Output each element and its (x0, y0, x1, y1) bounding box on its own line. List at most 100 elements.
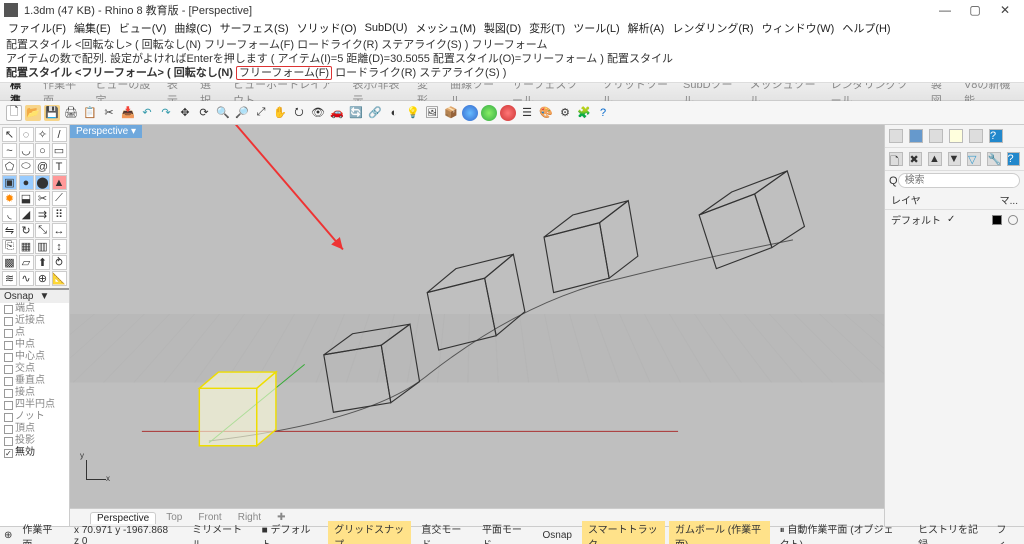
status-autocplane[interactable]: ⏸ 自動作業平面 (オブジェクト) (774, 521, 908, 544)
loft-icon[interactable]: ≋ (2, 271, 17, 286)
vtab-top[interactable]: Top (160, 512, 188, 523)
line-icon[interactable]: / (52, 127, 67, 142)
menu-surface[interactable]: サーフェス(S) (218, 20, 291, 36)
scale-icon[interactable]: ⤡ (35, 223, 50, 238)
dim-icon[interactable]: ↕ (52, 239, 67, 254)
osnap-tan[interactable]: 接点 (15, 387, 35, 399)
osnap-quad[interactable]: 四半円点 (15, 399, 55, 411)
osnap-int[interactable]: 交点 (15, 363, 35, 375)
menu-draft[interactable]: 製図(D) (482, 20, 523, 36)
save-icon[interactable]: 💾 (44, 105, 60, 121)
new-icon[interactable]: 🗋 (6, 105, 22, 121)
menu-file[interactable]: ファイル(F) (6, 20, 68, 36)
viewport-perspective[interactable]: Perspective ▾ (70, 125, 884, 508)
ellipse-icon[interactable]: ⬭ (19, 159, 34, 174)
join-icon[interactable]: ⬓ (19, 191, 34, 206)
status-osnap[interactable]: Osnap (537, 530, 578, 541)
plugin-icon[interactable]: 🧩 (576, 105, 592, 121)
ungroup-icon[interactable]: ▥ (35, 239, 50, 254)
cyl-tool-icon[interactable]: ⬤ (35, 175, 50, 190)
zoom-icon[interactable]: 🔍 (215, 105, 231, 121)
trim-icon[interactable]: ✂ (35, 191, 50, 206)
menu-solid[interactable]: ソリッド(O) (295, 20, 359, 36)
vtab-perspective[interactable]: Perspective (90, 512, 156, 524)
bulb-icon[interactable]: 💡 (405, 105, 421, 121)
osnap-cen[interactable]: 中心点 (15, 351, 45, 363)
curve-icon[interactable]: ~ (2, 143, 17, 158)
status-filter[interactable]: フィ (990, 521, 1020, 544)
menu-tools[interactable]: ツール(L) (571, 20, 621, 36)
scissors-icon[interactable]: ✂ (101, 105, 117, 121)
menu-bar[interactable]: ファイル(F) 編集(E) ビュー(V) 曲線(C) サーフェス(S) ソリッド… (0, 20, 1024, 36)
cone-tool-icon[interactable]: ▲ (52, 175, 67, 190)
link-icon[interactable]: 🔗 (367, 105, 383, 121)
osnap-near[interactable]: 近接点 (15, 315, 45, 327)
open-icon[interactable]: 📂 (25, 105, 41, 121)
undo-icon[interactable]: ↶ (139, 105, 155, 121)
orbit-icon[interactable]: ⭮ (291, 105, 307, 121)
group-icon[interactable]: ▦ (19, 239, 34, 254)
move-tool-icon[interactable]: ↔ (52, 223, 67, 238)
osnap-disable[interactable]: 無効 (15, 447, 35, 459)
help-icon[interactable]: ? (595, 105, 611, 121)
osnap-knot[interactable]: ノット (15, 411, 45, 423)
mirror-icon[interactable]: ⇋ (2, 223, 17, 238)
spiral-icon[interactable]: @ (35, 159, 50, 174)
plane-tool-icon[interactable]: ▱ (19, 255, 34, 270)
layer-color-swatch[interactable] (992, 215, 1002, 225)
status-gumball[interactable]: ガムボール (作業平面) (669, 521, 770, 544)
fillet-icon[interactable]: ◟ (2, 207, 17, 222)
layer-up-icon[interactable]: ▲ (928, 152, 942, 166)
boolean-icon[interactable]: ⊕ (35, 271, 50, 286)
offset-icon[interactable]: ⇉ (35, 207, 50, 222)
explode-icon[interactable]: ✹ (2, 191, 17, 206)
menu-curve[interactable]: 曲線(C) (172, 20, 213, 36)
rect-icon[interactable]: ▭ (52, 143, 67, 158)
sphere-tool-icon[interactable]: ● (19, 175, 34, 190)
tab-strip[interactable]: 標準 作業平面 ビューの設定 表示 選択 ビューポートレイアウト 表示/非表示 … (0, 83, 1024, 101)
props-icon[interactable] (889, 129, 903, 143)
chamfer-icon[interactable]: ◢ (19, 207, 34, 222)
menu-transform[interactable]: 変形(T) (527, 20, 567, 36)
light-panel-icon[interactable] (949, 129, 963, 143)
layer-help-icon[interactable]: ? (1007, 152, 1021, 166)
shell-icon[interactable]: ◐ (386, 105, 402, 121)
osnap-end[interactable]: 端点 (15, 303, 35, 315)
arc-icon[interactable]: ◡ (19, 143, 34, 158)
tool-palette[interactable]: ↖ ◌ ✧ / ~ ◡ ○ ▭ ⬠ ⬭ @ T ▣ ● ⬤ ▲ ✹ ⬓ ✂ ⟋ (0, 125, 70, 526)
rotate-tool-icon[interactable]: ↻ (19, 223, 34, 238)
close-button[interactable]: ✕ (990, 3, 1020, 17)
analyze-icon[interactable]: 📐 (52, 271, 67, 286)
status-smarttrack[interactable]: スマートトラック (582, 521, 665, 544)
polygon-icon[interactable]: ⬠ (2, 159, 17, 174)
filter-icon[interactable]: ▼ (39, 291, 49, 302)
main-toolbar[interactable]: 🗋 📂 💾 🖨 📋 ✂ 📥 ↶ ↷ ✥ ⟳ 🔍 🔎 ⤢ ✋ ⭮ 👁 🚗 🔄 🔗 … (0, 101, 1024, 125)
command-area[interactable]: 配置スタイル <回転なし> ( 回転なし(N) フリーフォーム(F) ロードライ… (0, 36, 1024, 83)
status-plane[interactable]: 作業平面 (16, 521, 64, 544)
layer-material-swatch[interactable] (1008, 215, 1018, 225)
menu-view[interactable]: ビュー(V) (117, 20, 169, 36)
pan-icon[interactable]: ✋ (272, 105, 288, 121)
menu-render[interactable]: レンダリング(R) (670, 20, 755, 36)
sphere-red-icon[interactable] (500, 105, 516, 121)
copy-tool-icon[interactable]: ⎘ (2, 239, 17, 254)
view-icon[interactable]: 👁 (310, 105, 326, 121)
pointer-icon[interactable]: ↖ (2, 127, 17, 142)
status-grid-snap[interactable]: グリッドスナップ (328, 521, 411, 544)
menu-edit[interactable]: 編集(E) (72, 20, 113, 36)
layer-filter-icon[interactable]: ▽ (967, 152, 981, 166)
status-planar[interactable]: 平面モード (476, 521, 533, 544)
layer-down-icon[interactable]: ▼ (948, 152, 962, 166)
new-layer-icon[interactable]: 🗋 (889, 152, 903, 166)
print-icon[interactable]: 🖨 (63, 105, 79, 121)
redo-icon[interactable]: ↷ (158, 105, 174, 121)
move-icon[interactable]: ✥ (177, 105, 193, 121)
hatch-icon[interactable]: ▩ (2, 255, 17, 270)
paste-icon[interactable]: 📥 (120, 105, 136, 121)
layers-icon[interactable]: ☰ (519, 105, 535, 121)
extrude-icon[interactable]: ⬆ (35, 255, 50, 270)
rotate-icon[interactable]: ⟳ (196, 105, 212, 121)
status-ortho[interactable]: 直交モード (415, 521, 472, 544)
render-icon[interactable]: 🖼 (424, 105, 440, 121)
clipboard-icon[interactable]: 📋 (82, 105, 98, 121)
